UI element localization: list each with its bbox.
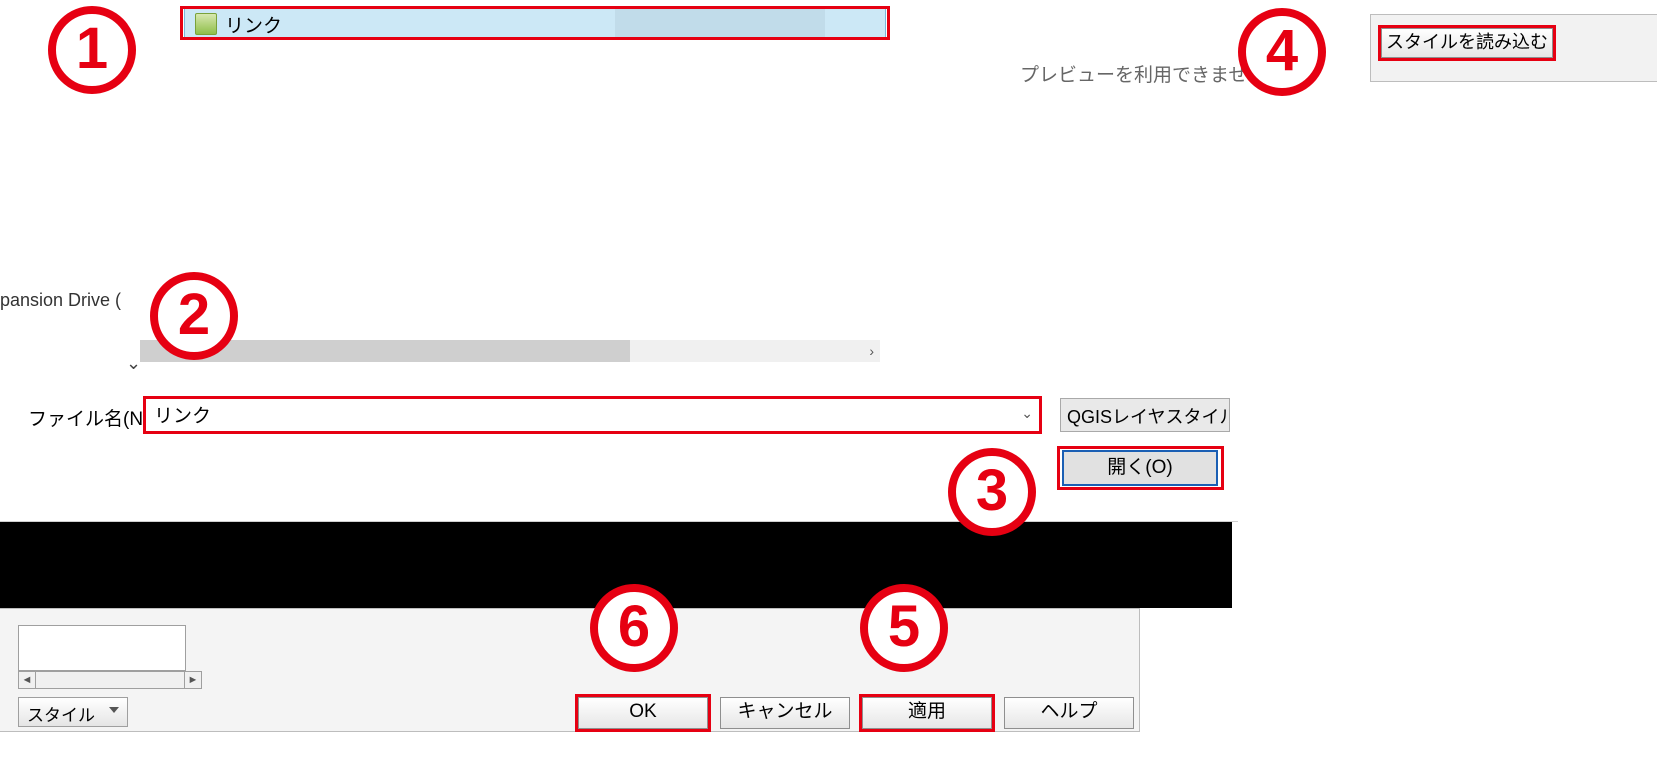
nav-drive-item[interactable]: pansion Drive ( (0, 290, 121, 311)
file-list[interactable]: リンク (184, 0, 886, 360)
nav-sidebar: pansion Drive ( ⌄ (0, 0, 135, 378)
file-list-hscrollbar[interactable]: › (140, 340, 880, 362)
preview-unavailable-label: プレビューを利用できませ (1020, 60, 1247, 87)
qgis-style-file-icon (195, 13, 217, 35)
help-button[interactable]: ヘルプ (1004, 697, 1134, 729)
filename-label: ファイル名(N): (28, 404, 155, 431)
ok-button-label: OK (629, 701, 656, 722)
open-button[interactable]: 開く(O) (1062, 450, 1218, 486)
filetype-filter-dropdown[interactable]: QGISレイヤスタイル (1060, 398, 1230, 432)
chevron-down-icon[interactable]: ⌄ (1021, 405, 1033, 422)
cancel-button[interactable]: キャンセル (720, 697, 850, 729)
annotation-gap (0, 522, 1232, 608)
chevron-down-icon (109, 707, 119, 713)
file-open-dialog: pansion Drive ( ⌄ リンク › プレビューを利用できませ ファイ… (0, 0, 1238, 522)
chevron-down-icon: ⌄ (126, 353, 141, 374)
layer-properties-dialog: ◄ ► スタイル OK キャンセル 適用 ヘルプ (0, 608, 1140, 732)
file-row-selected[interactable]: リンク (184, 8, 886, 40)
apply-button-label: 適用 (908, 701, 946, 722)
category-list-hscrollbar[interactable]: ◄ ► (18, 671, 202, 689)
file-name-label: リンク (225, 11, 282, 38)
chevron-right-icon[interactable]: › (869, 343, 874, 359)
open-button-label: 開く(O) (1107, 457, 1172, 478)
category-list-panel[interactable] (18, 625, 186, 671)
scroll-left-icon[interactable]: ◄ (19, 672, 36, 688)
scrollbar-thumb[interactable] (140, 340, 630, 362)
file-list-col2 (615, 9, 825, 39)
callout-4: 4 (1238, 8, 1326, 96)
filename-value: リンク (154, 406, 211, 427)
apply-button[interactable]: 適用 (862, 697, 992, 729)
filename-input[interactable]: リンク ⌄ (145, 398, 1040, 432)
ok-button[interactable]: OK (578, 697, 708, 729)
style-menu-dropdown[interactable]: スタイル (18, 697, 128, 727)
help-button-label: ヘルプ (1040, 701, 1097, 722)
filetype-filter-label: QGISレイヤスタイル (1067, 407, 1230, 427)
load-style-button[interactable]: スタイルを読み込む (1381, 28, 1553, 58)
style-menu-label: スタイル (27, 706, 95, 725)
load-style-button-label: スタイルを読み込む (1386, 32, 1548, 52)
scroll-right-icon[interactable]: ► (184, 672, 201, 688)
cancel-button-label: キャンセル (737, 701, 832, 722)
